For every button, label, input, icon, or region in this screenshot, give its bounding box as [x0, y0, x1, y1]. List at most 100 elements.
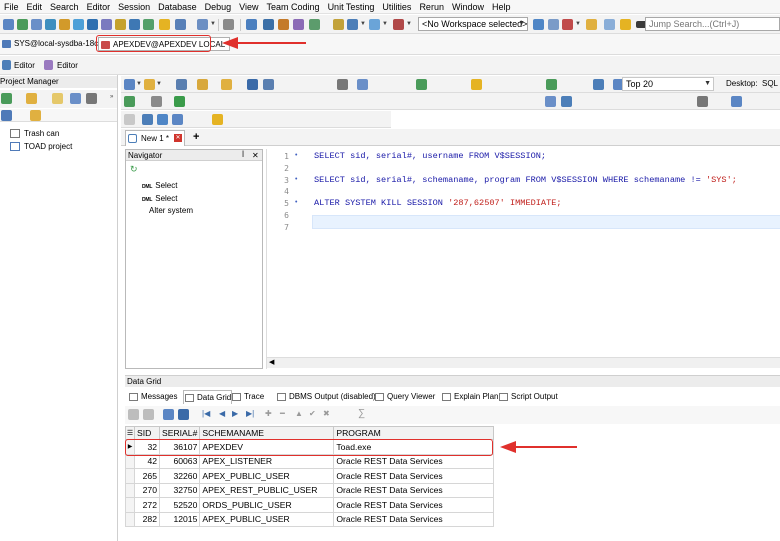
table-cell[interactable]: 42: [134, 453, 160, 469]
highlight-icon[interactable]: [212, 114, 223, 125]
grid-insert-icon[interactable]: ✚: [265, 409, 272, 418]
row-indicator[interactable]: [125, 468, 135, 484]
grid-nav-prev-icon[interactable]: ◀: [219, 409, 225, 418]
column-header-schemaname[interactable]: SCHEMANAME: [199, 426, 335, 440]
menu-item-session[interactable]: Session: [114, 0, 154, 14]
tree-item-trash[interactable]: Trash can: [10, 128, 59, 139]
result-tab-explain-plan[interactable]: Explain Plan: [441, 390, 498, 404]
folder-icon[interactable]: [586, 19, 597, 30]
editor-hscrollbar[interactable]: ◀: [267, 357, 780, 368]
grid-nav-first-icon[interactable]: |◀: [202, 409, 210, 418]
row-indicator[interactable]: [125, 511, 135, 527]
add-icon[interactable]: [52, 93, 63, 104]
grid-export-icon[interactable]: [163, 409, 174, 420]
code-line[interactable]: SELECT sid, serial#, username FROM V$SES…: [314, 151, 546, 161]
table-row[interactable]: 270 32750 APEX_REST_PUBLIC_USER Oracle REST…: [125, 482, 495, 498]
grid-delete-icon[interactable]: ━: [280, 409, 285, 418]
workspace-select[interactable]: <No Workspace selected> ▼: [418, 17, 528, 31]
sql-sort-icon[interactable]: [546, 79, 557, 90]
schema-icon[interactable]: [45, 19, 56, 30]
sql-icon[interactable]: [263, 19, 274, 30]
sql-db-icon[interactable]: [357, 79, 368, 90]
sql-key-icon[interactable]: [593, 79, 604, 90]
menu-item-view[interactable]: View: [235, 0, 262, 14]
table-cell[interactable]: Oracle REST Data Services: [333, 511, 495, 527]
workspace-edit-icon[interactable]: [548, 19, 559, 30]
jump-search-input[interactable]: Jump Search...(Ctrl+J): [645, 17, 780, 31]
table-cell[interactable]: 32260: [158, 468, 201, 484]
browser-icon[interactable]: [246, 19, 257, 30]
menu-item-edit[interactable]: Edit: [23, 0, 47, 14]
menu-item-search[interactable]: Search: [46, 0, 83, 14]
code-line[interactable]: ALTER SYSTEM KILL SESSION '287,62507' IM…: [314, 198, 562, 208]
workspace-add-icon[interactable]: [533, 19, 544, 30]
row-indicator[interactable]: [125, 497, 135, 513]
lock-icon[interactable]: [115, 19, 126, 30]
tree-icon[interactable]: [1, 110, 12, 121]
menu-item-window[interactable]: Window: [448, 0, 488, 14]
column-header-sid[interactable]: SID: [134, 426, 160, 440]
table-cell[interactable]: Oracle REST Data Services: [333, 468, 495, 484]
sql-print-icon[interactable]: [337, 79, 348, 90]
chart-icon[interactable]: [73, 19, 84, 30]
toggle-icon[interactable]: [124, 114, 135, 125]
table-cell[interactable]: 265: [134, 468, 160, 484]
result-tab-data-grid[interactable]: Data Grid: [183, 390, 233, 404]
new-icon[interactable]: [3, 19, 14, 30]
desktop-value[interactable]: SQL: [762, 79, 778, 88]
table-cell[interactable]: 272: [134, 497, 160, 513]
help-icon[interactable]: [620, 19, 631, 30]
table-cell[interactable]: APEX_REST_PUBLIC_USER: [199, 482, 335, 498]
session-icon[interactable]: [223, 19, 234, 30]
copy-icon[interactable]: [604, 19, 615, 30]
grid-cancel-icon[interactable]: ✖: [323, 409, 330, 418]
monitor-icon[interactable]: [129, 19, 140, 30]
grid-sum-icon[interactable]: ∑: [358, 408, 365, 419]
code-line[interactable]: SELECT sid, serial#, schemaname, program…: [314, 175, 737, 185]
table-cell[interactable]: APEX_PUBLIC_USER: [199, 511, 335, 527]
table-row[interactable]: 282 12015 APEX_PUBLIC_USER Oracle REST Data…: [125, 511, 495, 527]
folder-open-icon[interactable]: [26, 93, 37, 104]
connection-tab-sys[interactable]: SYS@local-sysdba-18c: [0, 37, 98, 51]
team-icon[interactable]: [293, 19, 304, 30]
row-indicator[interactable]: [125, 453, 135, 469]
database-icon[interactable]: [30, 110, 41, 121]
menu-item-utilities[interactable]: Utilities: [378, 0, 415, 14]
menu-item-rerun[interactable]: Rerun: [415, 0, 448, 14]
grid-post-icon[interactable]: ✔: [309, 409, 316, 418]
result-tab-query-viewer[interactable]: Query Viewer: [374, 390, 435, 404]
menu-item-team-coding[interactable]: Team Coding: [263, 0, 324, 14]
grid-corner[interactable]: ☰: [125, 426, 135, 440]
tree-item-toad-project[interactable]: TOAD project: [10, 141, 72, 152]
compare2-icon[interactable]: [393, 19, 404, 30]
menu-item-database[interactable]: Database: [154, 0, 201, 14]
export-icon[interactable]: [143, 19, 154, 30]
filter-icon[interactable]: [369, 19, 380, 30]
debug-step-icon[interactable]: [545, 96, 556, 107]
navigator-item[interactable]: Alter system: [146, 205, 193, 218]
navigator-item[interactable]: DML Select: [142, 180, 177, 193]
indent-icon[interactable]: [731, 96, 742, 107]
key-icon[interactable]: [333, 19, 344, 30]
table-cell[interactable]: Oracle REST Data Services: [333, 482, 495, 498]
table-cell[interactable]: 282: [134, 511, 160, 527]
table-cell[interactable]: APEX_PUBLIC_USER: [199, 468, 335, 484]
table-row[interactable]: 265 32260 APEX_PUBLIC_USER Oracle REST Data…: [125, 468, 495, 484]
grid-nav-last-icon[interactable]: ▶|: [246, 409, 254, 418]
lightning-icon[interactable]: [159, 19, 170, 30]
scroll-left-icon[interactable]: ◀: [269, 358, 274, 366]
row-indicator[interactable]: [125, 482, 135, 498]
sql-saveall-icon[interactable]: [263, 79, 274, 90]
table-edit-icon[interactable]: [561, 96, 572, 107]
query-icon[interactable]: [87, 19, 98, 30]
menu-item-editor[interactable]: Editor: [83, 0, 115, 14]
pin-icon[interactable]: ꟾ: [242, 150, 244, 161]
add-tab-button[interactable]: +: [193, 131, 199, 143]
debug-icon[interactable]: [309, 19, 320, 30]
result-tab-dbms-output-disabled[interactable]: DBMS Output (disabled): [276, 390, 376, 404]
result-tab-script-output[interactable]: Script Output: [498, 390, 558, 404]
list-icon[interactable]: [70, 93, 81, 104]
table-cell[interactable]: 60063: [158, 453, 201, 469]
menu-item-debug[interactable]: Debug: [201, 0, 236, 14]
sql-save-icon[interactable]: [247, 79, 258, 90]
